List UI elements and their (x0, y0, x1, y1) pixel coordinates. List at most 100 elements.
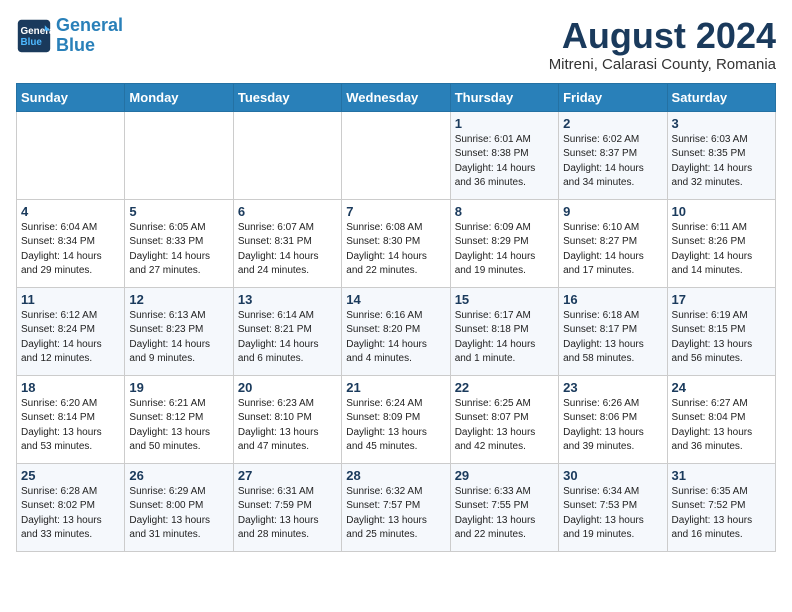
day-number: 27 (238, 468, 337, 483)
calendar-header: SundayMondayTuesdayWednesdayThursdayFrid… (17, 83, 776, 111)
calendar-cell: 21 Sunrise: 6:24 AM Sunset: 8:09 PM Dayli… (342, 375, 450, 463)
calendar-cell: 13 Sunrise: 6:14 AM Sunset: 8:21 PM Dayli… (233, 287, 341, 375)
day-number: 16 (563, 292, 662, 307)
day-info: Sunrise: 6:10 AM Sunset: 8:27 PM Dayligh… (563, 221, 662, 279)
day-number: 21 (346, 380, 445, 395)
day-number: 13 (238, 292, 337, 307)
page-header: General Blue General Blue August 2024 Mi… (16, 16, 776, 73)
day-number: 6 (238, 204, 337, 219)
day-number: 4 (21, 204, 120, 219)
day-number: 1 (455, 116, 554, 131)
calendar-cell: 30 Sunrise: 6:34 AM Sunset: 7:53 PM Dayli… (559, 463, 667, 551)
day-number: 28 (346, 468, 445, 483)
day-info: Sunrise: 6:01 AM Sunset: 8:38 PM Dayligh… (455, 133, 554, 191)
day-number: 5 (129, 204, 228, 219)
day-info: Sunrise: 6:14 AM Sunset: 8:21 PM Dayligh… (238, 309, 337, 367)
day-info: Sunrise: 6:21 AM Sunset: 8:12 PM Dayligh… (129, 397, 228, 455)
calendar-week-5: 25 Sunrise: 6:28 AM Sunset: 8:02 PM Dayli… (17, 463, 776, 551)
day-number: 20 (238, 380, 337, 395)
day-number: 7 (346, 204, 445, 219)
logo-text: General Blue (56, 16, 123, 56)
day-info: Sunrise: 6:04 AM Sunset: 8:34 PM Dayligh… (21, 221, 120, 279)
day-info: Sunrise: 6:27 AM Sunset: 8:04 PM Dayligh… (672, 397, 771, 455)
day-info: Sunrise: 6:18 AM Sunset: 8:17 PM Dayligh… (563, 309, 662, 367)
calendar-cell: 8Sunrise: 6:09 AM Sunset: 8:29 PM Daylig… (450, 199, 558, 287)
weekday-header-sunday: Sunday (17, 83, 125, 111)
weekday-header-friday: Friday (559, 83, 667, 111)
day-info: Sunrise: 6:13 AM Sunset: 8:23 PM Dayligh… (129, 309, 228, 367)
day-info: Sunrise: 6:19 AM Sunset: 8:15 PM Dayligh… (672, 309, 771, 367)
day-info: Sunrise: 6:33 AM Sunset: 7:55 PM Dayligh… (455, 485, 554, 543)
calendar-cell: 22Sunrise: 6:25 AM Sunset: 8:07 PM Dayli… (450, 375, 558, 463)
calendar-week-2: 4 Sunrise: 6:04 AM Sunset: 8:34 PM Daylig… (17, 199, 776, 287)
calendar-cell: 28 Sunrise: 6:32 AM Sunset: 7:57 PM Dayli… (342, 463, 450, 551)
weekday-header-thursday: Thursday (450, 83, 558, 111)
calendar-cell: 16 Sunrise: 6:18 AM Sunset: 8:17 PM Dayli… (559, 287, 667, 375)
calendar-cell (125, 111, 233, 199)
calendar-cell: 11 Sunrise: 6:12 AM Sunset: 8:24 PM Dayli… (17, 287, 125, 375)
calendar-cell: 29 Sunrise: 6:33 AM Sunset: 7:55 PM Dayli… (450, 463, 558, 551)
day-info: Sunrise: 6:17 AM Sunset: 8:18 PM Dayligh… (455, 309, 554, 367)
month-year-title: August 2024 (549, 16, 776, 56)
title-section: August 2024 Mitreni, Calarasi County, Ro… (549, 16, 776, 73)
calendar-cell: 5 Sunrise: 6:05 AM Sunset: 8:33 PM Daylig… (125, 199, 233, 287)
weekday-header-saturday: Saturday (667, 83, 775, 111)
svg-text:Blue: Blue (21, 37, 43, 48)
weekday-header-monday: Monday (125, 83, 233, 111)
calendar-cell: 26 Sunrise: 6:29 AM Sunset: 8:00 PM Dayli… (125, 463, 233, 551)
day-info: Sunrise: 6:08 AM Sunset: 8:30 PM Dayligh… (346, 221, 445, 279)
calendar-week-4: 18Sunrise: 6:20 AM Sunset: 8:14 PM Dayli… (17, 375, 776, 463)
day-info: Sunrise: 6:12 AM Sunset: 8:24 PM Dayligh… (21, 309, 120, 367)
logo-icon: General Blue (16, 18, 52, 54)
calendar-body: 1 Sunrise: 6:01 AM Sunset: 8:38 PM Daylig… (17, 111, 776, 551)
day-info: Sunrise: 6:34 AM Sunset: 7:53 PM Dayligh… (563, 485, 662, 543)
day-number: 11 (21, 292, 120, 307)
calendar-cell: 19Sunrise: 6:21 AM Sunset: 8:12 PM Dayli… (125, 375, 233, 463)
logo: General Blue General Blue (16, 16, 123, 56)
day-info: Sunrise: 6:31 AM Sunset: 7:59 PM Dayligh… (238, 485, 337, 543)
day-info: Sunrise: 6:05 AM Sunset: 8:33 PM Dayligh… (129, 221, 228, 279)
day-number: 10 (672, 204, 771, 219)
calendar-cell: 2 Sunrise: 6:02 AM Sunset: 8:37 PM Daylig… (559, 111, 667, 199)
day-number: 29 (455, 468, 554, 483)
day-info: Sunrise: 6:11 AM Sunset: 8:26 PM Dayligh… (672, 221, 771, 279)
calendar-week-3: 11 Sunrise: 6:12 AM Sunset: 8:24 PM Dayli… (17, 287, 776, 375)
day-number: 17 (672, 292, 771, 307)
day-number: 2 (563, 116, 662, 131)
day-number: 8 (455, 204, 554, 219)
day-number: 18 (21, 380, 120, 395)
calendar-cell: 9 Sunrise: 6:10 AM Sunset: 8:27 PM Daylig… (559, 199, 667, 287)
day-number: 31 (672, 468, 771, 483)
calendar-cell: 23 Sunrise: 6:26 AM Sunset: 8:06 PM Dayli… (559, 375, 667, 463)
day-info: Sunrise: 6:23 AM Sunset: 8:10 PM Dayligh… (238, 397, 337, 455)
day-info: Sunrise: 6:25 AM Sunset: 8:07 PM Dayligh… (455, 397, 554, 455)
weekday-header-wednesday: Wednesday (342, 83, 450, 111)
day-number: 24 (672, 380, 771, 395)
calendar-cell: 10 Sunrise: 6:11 AM Sunset: 8:26 PM Dayli… (667, 199, 775, 287)
calendar-cell: 4 Sunrise: 6:04 AM Sunset: 8:34 PM Daylig… (17, 199, 125, 287)
day-number: 30 (563, 468, 662, 483)
weekday-header-tuesday: Tuesday (233, 83, 341, 111)
day-info: Sunrise: 6:03 AM Sunset: 8:35 PM Dayligh… (672, 133, 771, 191)
calendar-table: SundayMondayTuesdayWednesdayThursdayFrid… (16, 83, 776, 552)
day-info: Sunrise: 6:02 AM Sunset: 8:37 PM Dayligh… (563, 133, 662, 191)
day-number: 23 (563, 380, 662, 395)
day-info: Sunrise: 6:28 AM Sunset: 8:02 PM Dayligh… (21, 485, 120, 543)
calendar-cell: 18Sunrise: 6:20 AM Sunset: 8:14 PM Dayli… (17, 375, 125, 463)
day-info: Sunrise: 6:29 AM Sunset: 8:00 PM Dayligh… (129, 485, 228, 543)
day-number: 26 (129, 468, 228, 483)
calendar-cell: 7 Sunrise: 6:08 AM Sunset: 8:30 PM Daylig… (342, 199, 450, 287)
calendar-cell: 3Sunrise: 6:03 AM Sunset: 8:35 PM Daylig… (667, 111, 775, 199)
day-info: Sunrise: 6:26 AM Sunset: 8:06 PM Dayligh… (563, 397, 662, 455)
location-subtitle: Mitreni, Calarasi County, Romania (549, 56, 776, 73)
day-number: 25 (21, 468, 120, 483)
day-number: 12 (129, 292, 228, 307)
day-number: 9 (563, 204, 662, 219)
calendar-cell: 6Sunrise: 6:07 AM Sunset: 8:31 PM Daylig… (233, 199, 341, 287)
calendar-cell (233, 111, 341, 199)
day-info: Sunrise: 6:24 AM Sunset: 8:09 PM Dayligh… (346, 397, 445, 455)
calendar-cell (17, 111, 125, 199)
day-number: 14 (346, 292, 445, 307)
day-info: Sunrise: 6:32 AM Sunset: 7:57 PM Dayligh… (346, 485, 445, 543)
weekday-header-row: SundayMondayTuesdayWednesdayThursdayFrid… (17, 83, 776, 111)
